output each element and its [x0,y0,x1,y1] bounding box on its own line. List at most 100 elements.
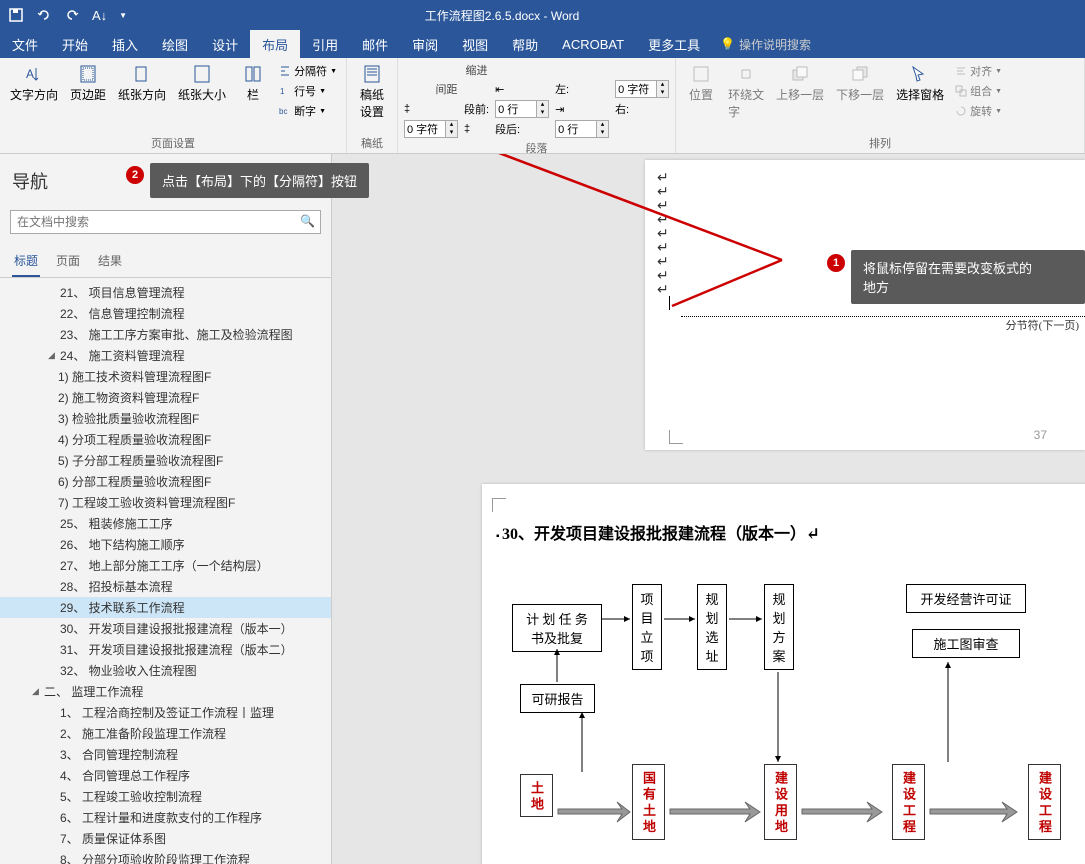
wrap-button[interactable]: 环绕文 字 [724,62,768,122]
tree-item[interactable]: 23、 施工工序方案审批、施工及检验流程图 [0,324,331,345]
document-area[interactable]: ↵↵↵ ↵↵↵ ↵↵↵ 分节符(下一页) 37 30、开发项目建设报批报建流程（… [332,154,1085,864]
tree-item[interactable]: 3) 检验批质量验收流程图F [0,408,331,429]
manuscript-label: 稿纸 设置 [360,86,384,120]
tree-item[interactable]: 8、 分部分项验收阶段监理工作流程 [0,849,331,864]
manuscript-group-label: 稿纸 [353,133,391,151]
navigation-pane: 导航 🔍 标题页面结果 21、 项目信息管理流程22、 信息管理控制流程23、 … [0,154,332,864]
nav-tabs: 标题页面结果 [0,242,331,278]
group-button[interactable]: 组合▼ [952,82,1005,100]
rotate-button[interactable]: 旋转▼ [952,102,1005,120]
selection-pane-button[interactable]: 选择窗格 [892,62,948,105]
callout-2: 点击【布局】下的【分隔符】按钮 [150,163,369,198]
hyphenation-button[interactable]: bc断字▼ [276,102,340,120]
flow-box-review: 施工图审查 [912,629,1020,658]
tree-item[interactable]: 28、 招投标基本流程 [0,576,331,597]
tree-item[interactable]: 5) 子分部工程质量验收流程图F [0,450,331,471]
menu-ACROBAT[interactable]: ACROBAT [550,30,636,58]
tree-item[interactable]: 31、 开发项目建设报批报建流程（版本二） [0,639,331,660]
menu-插入[interactable]: 插入 [100,30,150,58]
margins-button[interactable]: 页边距 [66,62,110,105]
nav-tree[interactable]: 21、 项目信息管理流程22、 信息管理控制流程23、 施工工序方案审批、施工及… [0,278,331,864]
redo-icon[interactable] [64,7,80,23]
ribbon: A文字方向 页边距 纸张方向 纸张大小 栏 分隔符▼ 1行号▼ bc断字▼ 页面… [0,58,1085,154]
svg-text:A: A [26,67,34,81]
flow-box-license: 开发经营许可证 [906,584,1026,613]
flow-box-plan: 计 划 任 务 书及批复 [512,604,602,652]
tell-me[interactable]: 💡操作说明搜索 [720,30,811,58]
menu-帮助[interactable]: 帮助 [500,30,550,58]
tree-item[interactable]: 7) 工程竣工验收资料管理流程图F [0,492,331,513]
indent-left-icon: ⇤ [495,83,549,96]
tree-item[interactable]: 1) 施工技术资料管理流程图F [0,366,331,387]
menu-审阅[interactable]: 审阅 [400,30,450,58]
columns-button[interactable]: 栏 [234,62,272,105]
tree-item[interactable]: 7、 质量保证体系图 [0,828,331,849]
forward-button[interactable]: 上移一层 [772,62,828,105]
flow-box-plan2: 规 划 方 案 [764,584,794,670]
undo-icon[interactable] [36,7,52,23]
tree-item[interactable]: 4、 合同管理总工作程序 [0,765,331,786]
tree-item[interactable]: 25、 粗装修施工工序 [0,513,331,534]
ribbon-group-pagesetup: A文字方向 页边距 纸张方向 纸张大小 栏 分隔符▼ 1行号▼ bc断字▼ 页面… [0,58,347,153]
tree-item[interactable]: ◢24、 施工资料管理流程 [0,345,331,366]
manuscript-button[interactable]: 稿纸 设置 [353,62,391,122]
text-cursor [669,296,670,310]
size-button[interactable]: 纸张大小 [174,62,230,105]
tree-item[interactable]: 27、 地上部分施工工序（一个结构层） [0,555,331,576]
nav-tab-页面[interactable]: 页面 [54,248,82,277]
position-button[interactable]: 位置 [682,62,720,105]
spacing-after-input[interactable]: ▴▾ [555,120,609,138]
tree-item[interactable]: 22、 信息管理控制流程 [0,303,331,324]
orientation-button[interactable]: 纸张方向 [114,62,170,105]
callout-1-number: 1 [827,254,845,272]
backward-button[interactable]: 下移一层 [832,62,888,105]
nav-tab-结果[interactable]: 结果 [96,248,124,277]
ribbon-group-paragraph: 缩进 间距 ⇤左: ▴▾ ‡段前: ▴▾ ⇥右: ▴▾ ‡段后: ▴▾ 段落 [398,58,676,153]
save-icon[interactable] [8,7,24,23]
menu-开始[interactable]: 开始 [50,30,100,58]
quick-access-toolbar: A↓ ▼ [8,7,127,23]
spacing-before-input[interactable]: ▴▾ [495,100,549,118]
margins-label: 页边距 [70,86,106,103]
tree-item[interactable]: 26、 地下结构施工顺序 [0,534,331,555]
line-numbers-button[interactable]: 1行号▼ [276,82,340,100]
tree-item[interactable]: 4) 分项工程质量验收流程图F [0,429,331,450]
menu-文件[interactable]: 文件 [0,30,50,58]
tree-item[interactable]: 3、 合同管理控制流程 [0,744,331,765]
menu-布局[interactable]: 布局 [250,30,300,58]
text-direction-button[interactable]: A文字方向 [6,62,62,105]
tree-item[interactable]: 6) 分部工程质量验收流程图F [0,471,331,492]
indent-right-input[interactable]: ▴▾ [404,120,458,138]
indent-left-input[interactable]: ▴▾ [615,80,669,98]
tree-item[interactable]: 29、 技术联系工作流程 [0,597,331,618]
tree-item[interactable]: ◢二、 监理工作流程 [0,681,331,702]
callout-1: 将鼠标停留在需要改变板式的 地方 [851,250,1085,304]
menu-绘图[interactable]: 绘图 [150,30,200,58]
flow-box-r2: 国 有 土 地 [632,764,665,840]
menu-引用[interactable]: 引用 [300,30,350,58]
tree-item[interactable]: 2、 施工准备阶段监理工作流程 [0,723,331,744]
tree-item[interactable]: 21、 项目信息管理流程 [0,282,331,303]
breaks-button[interactable]: 分隔符▼ [276,62,340,80]
menu-设计[interactable]: 设计 [200,30,250,58]
nav-search[interactable]: 🔍 [10,210,321,234]
menu-邮件[interactable]: 邮件 [350,30,400,58]
search-icon[interactable]: 🔍 [300,214,315,228]
indent-header: 缩进 [404,62,549,78]
qat-dropdown-icon[interactable]: ▼ [119,11,127,20]
nav-tab-标题[interactable]: 标题 [12,248,40,277]
tree-item[interactable]: 1、 工程洽商控制及签证工作流程丨监理 [0,702,331,723]
section-break: 分节符(下一页) [681,316,1085,333]
callout-2-number: 2 [126,166,144,184]
tree-item[interactable]: 30、 开发项目建设报批报建流程（版本一） [0,618,331,639]
tree-item[interactable]: 5、 工程竣工验收控制流程 [0,786,331,807]
search-input[interactable] [10,210,321,234]
align-button[interactable]: 对齐▼ [952,62,1005,80]
font-indicator[interactable]: A↓ [92,8,107,23]
pagesetup-group-label: 页面设置 [6,133,340,151]
tree-item[interactable]: 6、 工程计量和进度款支付的工作程序 [0,807,331,828]
tree-item[interactable]: 32、 物业验收入住流程图 [0,660,331,681]
menu-更多工具[interactable]: 更多工具 [636,30,712,58]
menu-视图[interactable]: 视图 [450,30,500,58]
tree-item[interactable]: 2) 施工物资资料管理流程F [0,387,331,408]
